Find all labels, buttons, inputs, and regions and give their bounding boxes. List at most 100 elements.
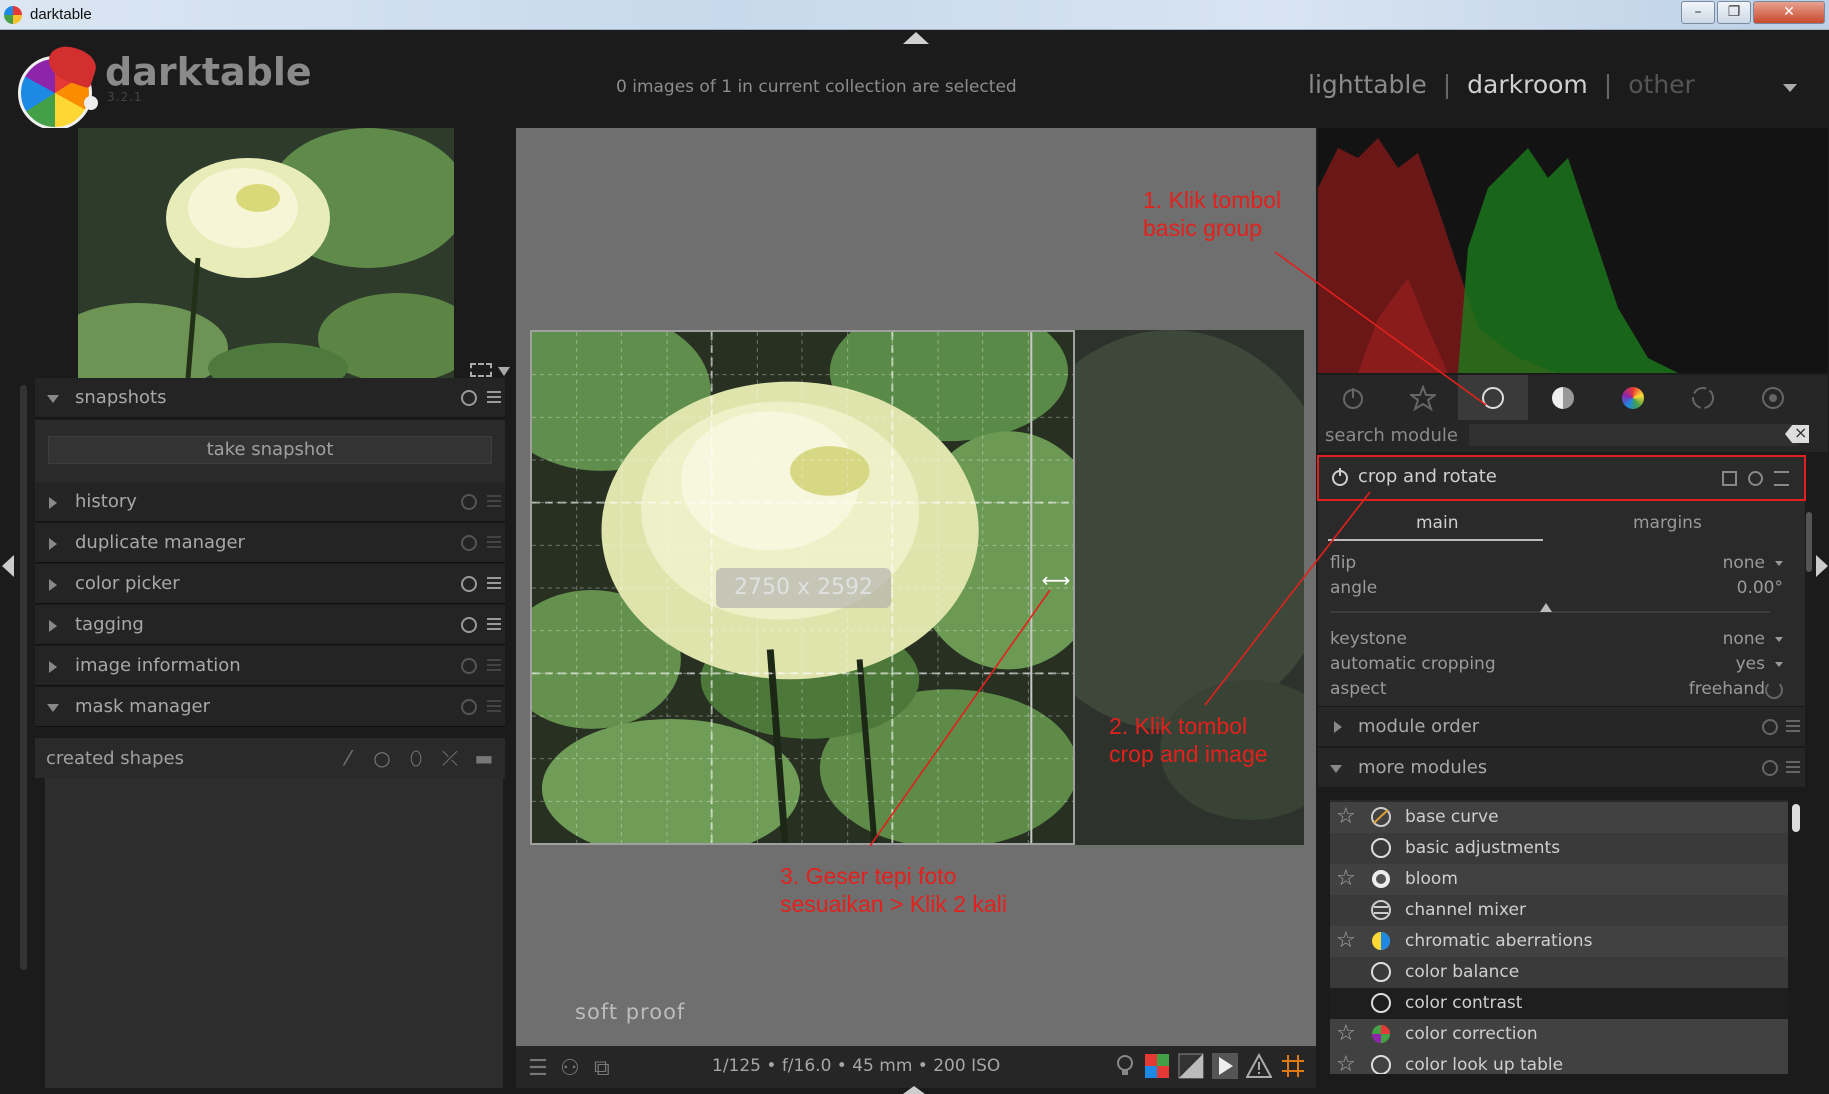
collapse-left-panel-icon[interactable] — [2, 555, 14, 577]
more-module-item[interactable]: ☆ base curve — [1330, 802, 1788, 833]
more-module-item[interactable]: ☆ chromatic aberrations — [1330, 926, 1788, 957]
tab-margins[interactable]: margins — [1633, 513, 1702, 533]
param-flip[interactable]: flip none — [1330, 553, 1795, 579]
maximize-button[interactable]: ❐ — [1717, 1, 1751, 24]
expand-icon[interactable] — [470, 363, 492, 377]
reset-icon[interactable] — [461, 699, 477, 715]
group-effect[interactable] — [1738, 375, 1808, 420]
collapse-right-panel-icon[interactable] — [1816, 555, 1828, 577]
gamut-check-icon[interactable] — [1245, 1052, 1273, 1079]
created-shapes-list[interactable] — [45, 778, 503, 1088]
group-tone[interactable] — [1528, 375, 1598, 420]
guides-icon[interactable] — [1280, 1053, 1306, 1079]
second-window-icon[interactable]: ⧉ — [594, 1056, 610, 1081]
favourite-star-icon[interactable]: ☆ — [1336, 1022, 1356, 1046]
minimize-button[interactable]: – — [1681, 1, 1715, 24]
reset-icon[interactable] — [461, 658, 477, 674]
collapsed-icon — [49, 620, 57, 632]
view-other[interactable]: other — [1628, 70, 1695, 99]
module-mask-manager[interactable]: mask manager — [35, 687, 505, 727]
angle-slider-knob[interactable] — [1540, 603, 1552, 612]
reset-icon[interactable] — [461, 494, 477, 510]
more-modules-row[interactable]: more modules — [1318, 747, 1805, 787]
presets-icon[interactable] — [487, 391, 501, 403]
gradient-shape-icon[interactable]: ▬ — [473, 747, 495, 769]
zoom-dropdown-icon[interactable] — [498, 367, 510, 376]
raw-overexposed-icon[interactable] — [1144, 1053, 1170, 1079]
param-keystone[interactable]: keystone none — [1330, 629, 1795, 655]
more-module-item[interactable]: channel mixer — [1330, 895, 1788, 926]
collapse-bottom-panel-icon[interactable] — [903, 1086, 925, 1094]
presets-icon[interactable] — [487, 659, 501, 671]
group-favourites[interactable] — [1388, 375, 1458, 420]
collapse-top-panel-icon[interactable] — [903, 32, 929, 44]
view-darkroom[interactable]: darkroom — [1467, 70, 1588, 99]
more-module-label: channel mixer — [1405, 900, 1526, 920]
close-button[interactable]: ✕ — [1753, 1, 1825, 24]
more-module-item[interactable]: ☆ color look up table — [1330, 1050, 1788, 1074]
module-duplicate-manager[interactable]: duplicate manager — [35, 523, 505, 563]
clipping-icon[interactable] — [1178, 1053, 1204, 1079]
search-module-input[interactable] — [1469, 424, 1799, 446]
favourite-star-icon[interactable]: ☆ — [1336, 1053, 1356, 1075]
favourite-star-icon[interactable]: ☆ — [1336, 867, 1356, 891]
reset-icon[interactable] — [461, 535, 477, 551]
presets-icon[interactable] — [487, 536, 501, 548]
more-module-item[interactable]: ☆ color correction — [1330, 1019, 1788, 1050]
more-module-item[interactable]: ☆ bloom — [1330, 864, 1788, 895]
module-image-information[interactable]: image information — [35, 646, 505, 686]
views-dropdown-icon[interactable] — [1783, 84, 1797, 92]
expanded-icon — [47, 704, 59, 712]
param-automatic-cropping[interactable]: automatic cropping yes — [1330, 654, 1795, 680]
group-correct[interactable] — [1668, 375, 1738, 420]
reset-icon[interactable] — [461, 617, 477, 633]
more-modules-scrollbar[interactable] — [1792, 804, 1800, 832]
group-active-modules[interactable] — [1318, 375, 1388, 420]
resize-handle-icon[interactable]: ⟷ — [1040, 570, 1072, 590]
favourite-star-icon[interactable]: ☆ — [1336, 805, 1356, 829]
more-modules-list[interactable]: ☆ base curve basic adjustments ☆ bloom channe… — [1330, 800, 1788, 1074]
param-aspect[interactable]: aspect freehand — [1330, 679, 1795, 705]
ellipse-shape-icon[interactable]: ⬯ — [405, 747, 427, 769]
annotation-step-1: 1. Klik tombol basic group — [1143, 186, 1281, 242]
reset-icon[interactable] — [1762, 719, 1778, 735]
module-tagging[interactable]: tagging — [35, 605, 505, 645]
presets-icon[interactable] — [1786, 720, 1800, 732]
module-snapshots[interactable]: snapshots — [35, 378, 505, 418]
tab-main[interactable]: main — [1416, 513, 1458, 533]
path-shape-icon[interactable]: ⤫ — [439, 747, 461, 769]
view-lighttable[interactable]: lighttable — [1308, 70, 1427, 99]
more-module-item[interactable]: color balance — [1330, 957, 1788, 988]
navigation-thumbnail[interactable] — [78, 128, 454, 378]
left-scrollbar[interactable] — [20, 385, 27, 970]
reset-icon[interactable] — [461, 576, 477, 592]
param-value: 0.00° — [1736, 578, 1783, 598]
group-color[interactable] — [1598, 375, 1668, 420]
take-snapshot-button[interactable]: take snapshot — [48, 436, 492, 464]
softproof-icon[interactable] — [1212, 1053, 1238, 1079]
right-scrollbar[interactable] — [1806, 512, 1812, 572]
more-module-item[interactable]: color contrast — [1330, 988, 1788, 1019]
module-order-row[interactable]: module order — [1318, 706, 1805, 746]
aspect-swap-icon[interactable] — [1765, 681, 1783, 699]
circle-shape-icon[interactable]: ○ — [371, 747, 393, 769]
presets-icon[interactable] — [487, 700, 501, 712]
presets-icon[interactable] — [1786, 761, 1800, 773]
brush-icon[interactable]: ⁄ — [337, 747, 359, 769]
presets-icon[interactable] — [487, 495, 501, 507]
module-history[interactable]: history — [35, 482, 505, 522]
view-separator: | — [1603, 70, 1613, 99]
iso12646-icon[interactable] — [1112, 1053, 1138, 1079]
group-basic[interactable] — [1458, 375, 1528, 420]
histogram[interactable] — [1318, 128, 1828, 373]
more-module-item[interactable]: basic adjustments — [1330, 833, 1788, 864]
presets-icon[interactable] — [487, 618, 501, 630]
favourite-star-icon[interactable]: ☆ — [1336, 929, 1356, 953]
presets-menu-icon[interactable]: ☰ — [528, 1056, 548, 1081]
presets-icon[interactable] — [487, 577, 501, 589]
reset-icon[interactable] — [1762, 760, 1778, 776]
styles-icon[interactable]: ⚇ — [560, 1056, 580, 1081]
module-color-picker[interactable]: color picker — [35, 564, 505, 604]
reset-icon[interactable] — [461, 390, 477, 406]
param-angle[interactable]: angle 0.00° — [1330, 578, 1795, 604]
